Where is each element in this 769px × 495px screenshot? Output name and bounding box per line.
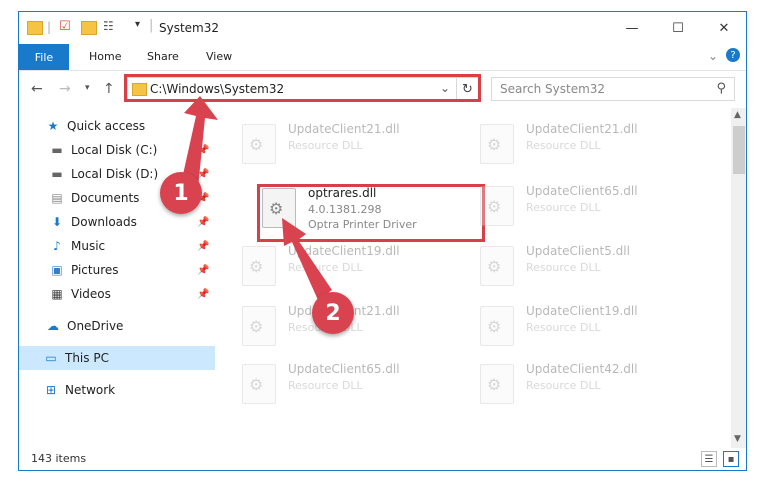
step-marker-1: 1 [160,172,202,214]
annotation-arrows [180,96,332,300]
step-marker-2: 2 [312,292,354,334]
arrow-to-file [282,218,332,300]
